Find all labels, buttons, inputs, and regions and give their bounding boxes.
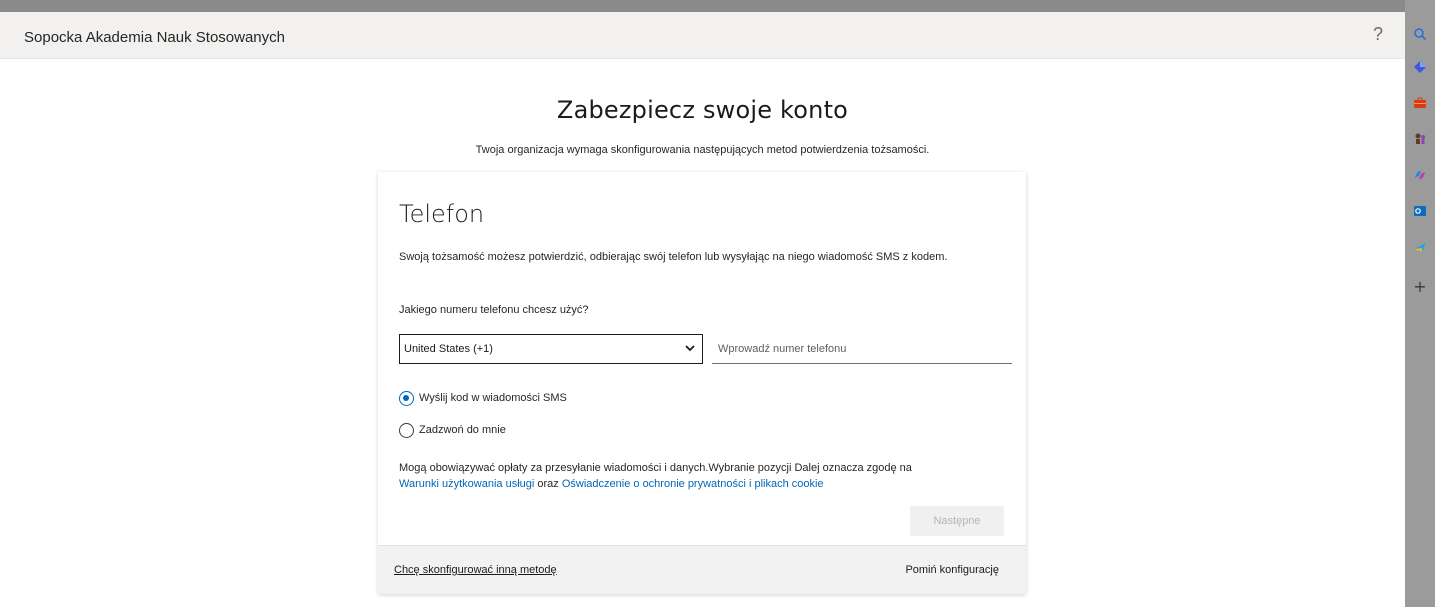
method-title: Telefon [399,200,485,228]
search-icon[interactable] [1413,27,1427,41]
radio-option-sms[interactable]: Wyślij kod w wiadomości SMS [399,388,567,408]
terms-link[interactable]: Warunki użytkowania usługi [399,478,534,490]
main-area: Sopocka Akademia Nauk Stosowanych ? Zabe… [0,12,1405,607]
browser-top-strip [0,0,1405,12]
radio-call-label: Zadzwoń do mnie [419,424,506,436]
other-method-link[interactable]: Chcę skonfigurować inną metodę [394,564,557,576]
org-name: Sopocka Akademia Nauk Stosowanych [24,29,285,46]
legal-notice: Mogą obowiązywać opłaty za przesyłanie w… [399,460,1009,492]
legal-connector: oraz [537,478,559,490]
radio-call[interactable] [399,422,414,438]
radio-sms[interactable] [399,390,414,406]
card-body: Telefon Swoją tożsamość możesz potwierdz… [378,172,1026,545]
send-icon[interactable] [1413,240,1427,254]
legal-text: Mogą obowiązywać opłaty za przesyłanie w… [399,462,912,474]
phone-number-input[interactable] [712,334,1012,364]
org-header: Sopocka Akademia Nauk Stosowanych ? [0,12,1405,59]
chess-icon[interactable] [1413,132,1427,146]
card-footer: Chcę skonfigurować inną metodę Pomiń kon… [378,545,1026,594]
help-button[interactable]: ? [1373,24,1383,45]
radio-sms-label: Wyślij kod w wiadomości SMS [419,392,567,404]
briefcase-icon[interactable] [1413,96,1427,110]
side-rail: + [1405,0,1435,607]
skip-setup-link[interactable]: Pomiń konfigurację [905,564,999,576]
page-title: Zabezpiecz swoje konto [556,96,849,124]
privacy-link[interactable]: Oświadczenie o ochronie prywatności i pl… [562,478,824,490]
diamond-icon[interactable] [1413,60,1427,74]
outlook-icon[interactable] [1413,204,1427,218]
page-subtitle: Twoja organizacja wymaga skonfigurowania… [475,144,930,156]
next-button[interactable]: Następne [910,506,1004,536]
country-code-select[interactable]: United States (+1) [399,334,703,364]
plus-icon[interactable]: + [1413,277,1427,296]
phone-question: Jakiego numeru telefonu chcesz użyć? [399,304,589,316]
setup-card: Telefon Swoją tożsamość możesz potwierdz… [378,172,1026,594]
copilot-icon[interactable] [1413,168,1427,182]
chevron-down-icon [685,345,695,352]
radio-option-call[interactable]: Zadzwoń do mnie [399,420,506,440]
country-code-value: United States (+1) [404,343,493,355]
method-description: Swoją tożsamość możesz potwierdzić, odbi… [399,251,948,263]
